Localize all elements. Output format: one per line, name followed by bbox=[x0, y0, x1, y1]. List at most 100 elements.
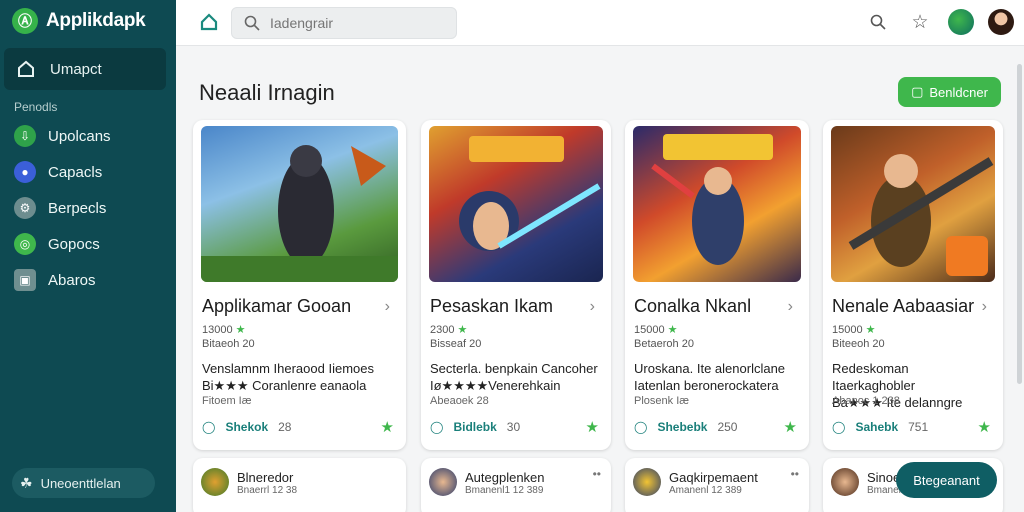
topbar: ☆ bbox=[176, 0, 1024, 46]
list-item-sub: Bmanenl1 12 389 bbox=[465, 485, 544, 496]
avatar bbox=[429, 468, 457, 496]
game-card[interactable]: Conalka Nkanl › 15000 ★ Betaeroh 20 Urosk… bbox=[625, 120, 809, 450]
list-item[interactable]: Gaqkirpemaent Amanenl 12 389 •• bbox=[625, 458, 809, 512]
more-icon[interactable]: •• bbox=[593, 467, 601, 481]
card-meta-sub: Bisseaf 20 bbox=[430, 338, 482, 350]
game-card[interactable]: Applikamar Gooan › 13000 ★ Bitaeoh 20 Ven… bbox=[193, 120, 406, 450]
app-logo-icon: Ⓐ bbox=[12, 8, 38, 34]
card-action-link[interactable]: Bidlebk bbox=[453, 420, 496, 434]
search-icon[interactable] bbox=[864, 8, 892, 36]
card-meta-sub: Biteeoh 20 bbox=[832, 338, 885, 350]
card-desc-line: Redeskoman Itaerkaghobler bbox=[832, 361, 916, 393]
planet-icon: ● bbox=[14, 161, 36, 183]
game-card[interactable]: Pesaskan Ikam › 2300 ★ Bisseaf 20 Secterl… bbox=[421, 120, 611, 450]
card-meta: 13000 ★ Bitaeoh 20 bbox=[202, 323, 255, 351]
card-desc-line: Iatenlan beronerockatera bbox=[634, 378, 779, 393]
card-description: Secterla. benpkain Cancoher Iø★★★★Venereh… bbox=[430, 360, 601, 394]
avatar bbox=[633, 468, 661, 496]
list-item-sub: Amanenl 12 389 bbox=[669, 485, 742, 496]
card-action-link[interactable]: Sahebk bbox=[855, 420, 898, 434]
card-description: Uroskana. Ite alenorlclane Iatenlan beron… bbox=[634, 360, 799, 394]
sidebar-footer-button[interactable]: ☘ Uneoenttlelan bbox=[12, 468, 155, 498]
sidebar-item-2[interactable]: ● Capacls bbox=[0, 154, 176, 190]
card-title: Nenale Aabaasiar bbox=[832, 296, 975, 316]
card-count: 751 bbox=[908, 420, 929, 434]
card-desc-line: Secterla. benpkain Cancoher bbox=[430, 361, 598, 376]
list-item-title: Autegplenken bbox=[465, 470, 545, 485]
card-meta: 15000 ★ Betaeroh 20 bbox=[634, 323, 694, 351]
chevron-right-icon[interactable]: › bbox=[385, 298, 390, 316]
gear-icon: ⚙ bbox=[14, 197, 36, 219]
sidebar-item-home[interactable]: Umapct bbox=[4, 48, 166, 90]
card-meta-sub: Bitaeoh 20 bbox=[202, 338, 255, 350]
card-meta-sub: Betaeroh 20 bbox=[634, 338, 694, 350]
chevron-right-icon[interactable]: › bbox=[982, 298, 987, 316]
chat-icon: ◯ bbox=[832, 420, 846, 434]
star-icon[interactable]: ★ bbox=[586, 418, 599, 436]
card-description: Venslamnm Iheraood Iiemoes Bi★★★ Coranlen… bbox=[202, 360, 396, 394]
card-title: Pesaskan Ikam bbox=[430, 296, 554, 316]
card-sub: Abeaoek 28 bbox=[430, 395, 489, 407]
star-icon[interactable]: ★ bbox=[381, 418, 394, 436]
primary-button[interactable]: ▢ Benldcner bbox=[898, 77, 1001, 107]
chevron-right-icon[interactable]: › bbox=[788, 298, 793, 316]
floating-action-button[interactable]: Btegeanant bbox=[896, 462, 997, 498]
star-icon[interactable]: ★ bbox=[784, 418, 797, 436]
more-icon[interactable]: •• bbox=[791, 467, 799, 481]
card-downloads: 15000 bbox=[832, 324, 863, 336]
chat-icon: ◎ bbox=[14, 233, 36, 255]
star-icon[interactable]: ★ bbox=[978, 418, 991, 436]
primary-button-label: Benldcner bbox=[929, 84, 988, 100]
avatar bbox=[831, 468, 859, 496]
sidebar-item-label: Abaros bbox=[48, 271, 96, 289]
search-input[interactable] bbox=[270, 15, 440, 31]
card-desc-line: Venslamnm Iheraood Iiemoes bbox=[202, 361, 374, 376]
scrollbar[interactable] bbox=[1017, 64, 1022, 384]
sidebar-item-label: Upolcans bbox=[48, 127, 111, 145]
game-card[interactable]: Nenale Aabaasiar › 15000 ★ Biteeoh 20 Red… bbox=[823, 120, 1003, 450]
card-count: 250 bbox=[717, 420, 738, 434]
game-thumbnail bbox=[831, 126, 995, 282]
card-action-link[interactable]: Shebebk bbox=[657, 420, 707, 434]
card-action-link[interactable]: Shekok bbox=[225, 420, 268, 434]
star-icon: ★ bbox=[457, 324, 468, 336]
star-icon: ★ bbox=[235, 324, 246, 336]
card-count: 30 bbox=[506, 420, 521, 434]
sidebar-section-label: Penodls bbox=[14, 100, 58, 114]
home-icon bbox=[18, 60, 34, 77]
star-icon: ★ bbox=[865, 324, 876, 336]
user-avatar[interactable] bbox=[988, 9, 1014, 35]
game-thumbnail bbox=[429, 126, 603, 282]
sidebar-item-1[interactable]: ⇩ Upolcans bbox=[0, 118, 176, 154]
sidebar-item-label: Gopocs bbox=[48, 235, 100, 253]
home-icon[interactable] bbox=[198, 11, 220, 33]
chat-icon: ▢ bbox=[911, 84, 924, 99]
sidebar-item-label: Umapct bbox=[50, 60, 102, 78]
chat-icon: ◯ bbox=[202, 420, 216, 434]
game-avatar[interactable] bbox=[948, 9, 974, 35]
brand[interactable]: Ⓐ Applikdapk bbox=[0, 0, 176, 42]
search-bar[interactable] bbox=[231, 7, 457, 39]
sidebar-item-label: Capacls bbox=[48, 163, 103, 181]
sidebar-item-label: Berpecls bbox=[48, 199, 107, 217]
sidebar-item-3[interactable]: ⚙ Berpecls bbox=[0, 190, 176, 226]
leaf-icon: ☘ bbox=[20, 474, 33, 491]
card-sub: Plosenk Iæ bbox=[634, 395, 690, 407]
list-item-sub: Bnaerrl 12 38 bbox=[237, 485, 298, 496]
avatar bbox=[201, 468, 229, 496]
card-desc-line: Bi★★★ Coranlenre eanaola bbox=[202, 378, 367, 393]
list-item[interactable]: Autegplenken Bmanenl1 12 389 •• bbox=[421, 458, 611, 512]
list-item-title: Blneredor bbox=[237, 470, 294, 485]
sidebar-footer-label: Uneoenttlelan bbox=[40, 475, 121, 491]
sidebar-item-5[interactable]: ▣ Abaros bbox=[0, 262, 176, 298]
card-count: 28 bbox=[278, 420, 292, 434]
star-icon[interactable]: ☆ bbox=[906, 8, 934, 36]
search-icon bbox=[244, 15, 260, 31]
box-icon: ▣ bbox=[14, 269, 36, 291]
chevron-right-icon[interactable]: › bbox=[590, 298, 595, 316]
card-title: Conalka Nkanl bbox=[634, 296, 752, 316]
list-item[interactable]: Blneredor Bnaerrl 12 38 bbox=[193, 458, 406, 512]
sidebar-item-4[interactable]: ◎ Gopocs bbox=[0, 226, 176, 262]
card-sub: Abanoc 1 238 bbox=[832, 395, 900, 407]
list-item-title: Gaqkirpemaent bbox=[669, 470, 758, 485]
